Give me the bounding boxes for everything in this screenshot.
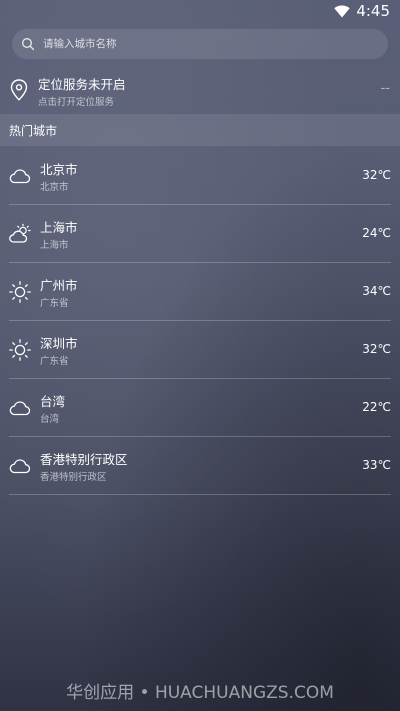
watermark: 华创应用 • HUACHUANGZS.COM	[66, 683, 334, 703]
city-row[interactable]: 台湾 台湾 22℃	[0, 379, 400, 437]
city-region: 台湾	[40, 414, 60, 425]
status-icons: 4:45	[334, 2, 390, 20]
city-row[interactable]: 深圳市 广东省 32℃	[0, 321, 400, 379]
city-temperature: 24℃	[362, 226, 391, 240]
city-temperature: 32℃	[362, 168, 391, 182]
city-row[interactable]: 香港特别行政区 香港特别行政区 33℃	[0, 437, 400, 495]
city-row[interactable]: 上海市 上海市 24℃	[0, 205, 400, 263]
city-temperature: 32℃	[362, 342, 391, 356]
city-name: 香港特别行政区	[40, 452, 128, 467]
divider	[9, 494, 391, 495]
city-name: 深圳市	[40, 336, 78, 351]
city-region: 北京市	[40, 182, 69, 193]
location-pin-icon	[10, 79, 28, 101]
sunny-icon	[8, 280, 32, 304]
cloudy-icon	[8, 164, 32, 188]
search-icon	[21, 37, 35, 51]
city-region: 广东省	[40, 298, 69, 309]
partly-cloudy-icon	[8, 222, 32, 246]
status-time: 4:45	[356, 2, 390, 20]
city-row[interactable]: 广州市 广东省 34℃	[0, 263, 400, 321]
cloudy-icon	[8, 396, 32, 420]
location-subtitle: 点击打开定位服务	[38, 97, 115, 108]
hot-cities-header: 热门城市	[0, 114, 400, 146]
city-name: 北京市	[40, 162, 78, 177]
wifi-icon	[334, 5, 351, 18]
status-bar: 4:45	[0, 0, 400, 24]
location-title: 定位服务未开启	[38, 77, 126, 92]
location-value: --	[380, 81, 390, 96]
city-temperature: 33℃	[362, 458, 391, 472]
city-list: 北京市 北京市 32℃ 上海市 上海市 24℃ 广州市 广东省 34℃ 深圳市 …	[0, 147, 400, 495]
city-row[interactable]: 北京市 北京市 32℃	[0, 147, 400, 205]
city-name: 广州市	[40, 278, 78, 293]
city-temperature: 22℃	[362, 400, 391, 414]
city-region: 上海市	[40, 240, 69, 251]
sunny-icon	[8, 338, 32, 362]
city-temperature: 34℃	[362, 284, 391, 298]
search-input[interactable]	[41, 30, 388, 58]
city-name: 上海市	[40, 220, 78, 235]
location-service-row[interactable]: 定位服务未开启 点击打开定位服务 --	[0, 65, 400, 113]
search-bar[interactable]	[12, 29, 388, 59]
cloudy-icon	[8, 454, 32, 478]
city-region: 广东省	[40, 356, 69, 367]
city-name: 台湾	[40, 394, 66, 409]
city-region: 香港特别行政区	[40, 472, 107, 483]
hot-cities-title: 热门城市	[9, 124, 58, 138]
